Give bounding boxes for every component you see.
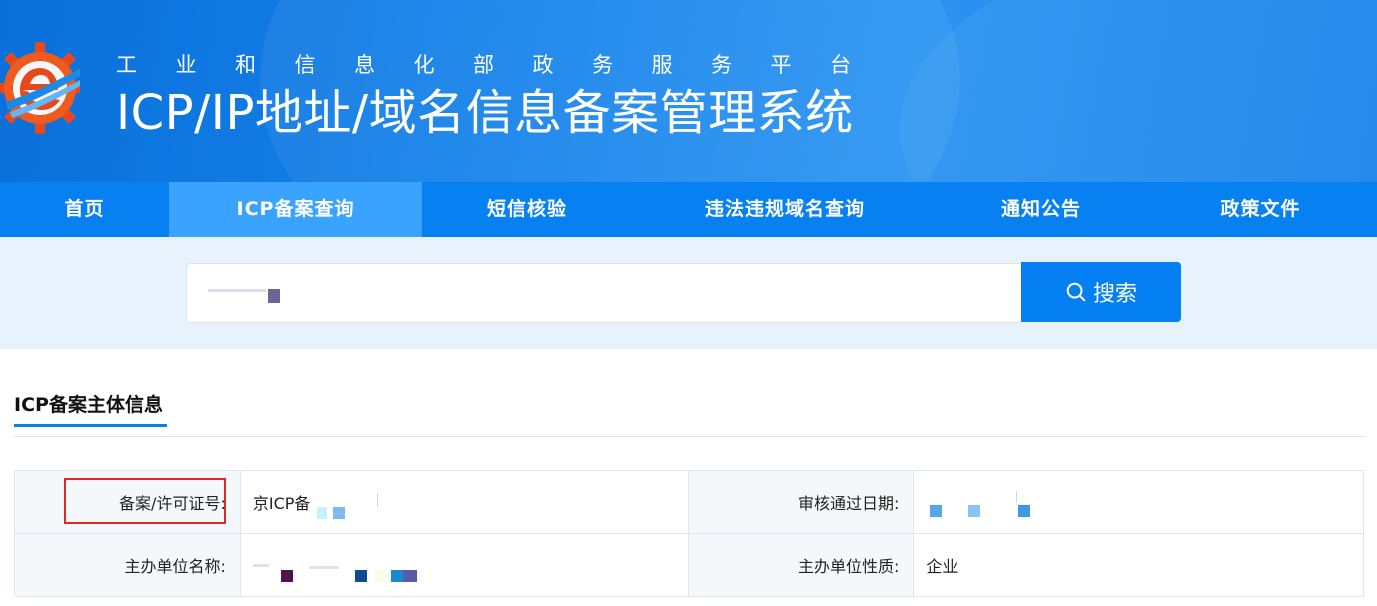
section-title-underline (14, 424, 167, 427)
nav-item-policy[interactable]: 政策文件 (1144, 182, 1377, 237)
search-area: 搜索 (0, 237, 1377, 349)
redacted-text (968, 505, 981, 517)
search-button-label: 搜索 (1092, 282, 1137, 307)
table-row: 主办单位名称: 主办单位性质: 企业 (15, 534, 1364, 597)
approval-date-value (914, 471, 1364, 534)
nav-item-illegal-domain[interactable]: 违法违规域名查询 (632, 182, 938, 237)
nav-item-notices[interactable]: 通知公告 (938, 182, 1144, 237)
main-nav: 首页 ICP备案查询 短信核验 违法违规域名查询 通知公告 政策文件 (0, 182, 1377, 237)
table-row: 备案/许可证号: 京ICP备 审核通过日期: (15, 471, 1364, 534)
system-title: ICP/IP地址/域名信息备案管理系统 (116, 85, 854, 141)
license-number-text: 京ICP备 (252, 494, 311, 513)
icp-info-table: 备案/许可证号: 京ICP备 审核通过日期: 主办单位名称: 主办单位性质: 企… (14, 470, 1364, 597)
redacted-text (308, 566, 339, 569)
nav-item-sms-verify[interactable]: 短信核验 (422, 182, 632, 237)
gear-e-logo-icon (0, 42, 80, 134)
section-divider (14, 436, 1364, 437)
redacted-text (252, 564, 269, 567)
redacted-text (402, 570, 417, 582)
redacted-text (354, 570, 367, 582)
redacted-text (1018, 505, 1031, 517)
organizer-type-label: 主办单位性质: (688, 534, 915, 597)
redacted-text (374, 570, 385, 582)
search-input[interactable] (186, 263, 1022, 323)
site-header: 工业和信息化部政务服务平台 ICP/IP地址/域名信息备案管理系统 (0, 0, 1377, 182)
nav-item-home[interactable]: 首页 (0, 182, 169, 237)
redacted-text (316, 507, 327, 519)
organizer-name-label: 主办单位名称: (15, 534, 241, 597)
redacted-text (208, 289, 266, 292)
redacted-text (930, 505, 943, 517)
organizer-type-value: 企业 (914, 534, 1364, 597)
approval-date-label: 审核通过日期: (688, 471, 915, 534)
nav-item-icp-query[interactable]: ICP备案查询 (169, 182, 422, 237)
header-decoration (900, 0, 1377, 182)
search-button[interactable]: 搜索 (1021, 262, 1181, 322)
organizer-name-value (240, 534, 689, 597)
redacted-text (1016, 491, 1018, 503)
redacted-text (390, 570, 403, 582)
section-title: ICP备案主体信息 (14, 394, 163, 416)
redacted-text (332, 507, 345, 519)
search-icon (1066, 282, 1086, 302)
redacted-text (268, 289, 280, 303)
redacted-text (376, 493, 378, 507)
license-number-value: 京ICP备 (240, 471, 689, 534)
platform-subtitle: 工业和信息化部政务服务平台 (116, 53, 890, 77)
redacted-text (280, 570, 293, 582)
license-number-label: 备案/许可证号: (15, 471, 241, 534)
